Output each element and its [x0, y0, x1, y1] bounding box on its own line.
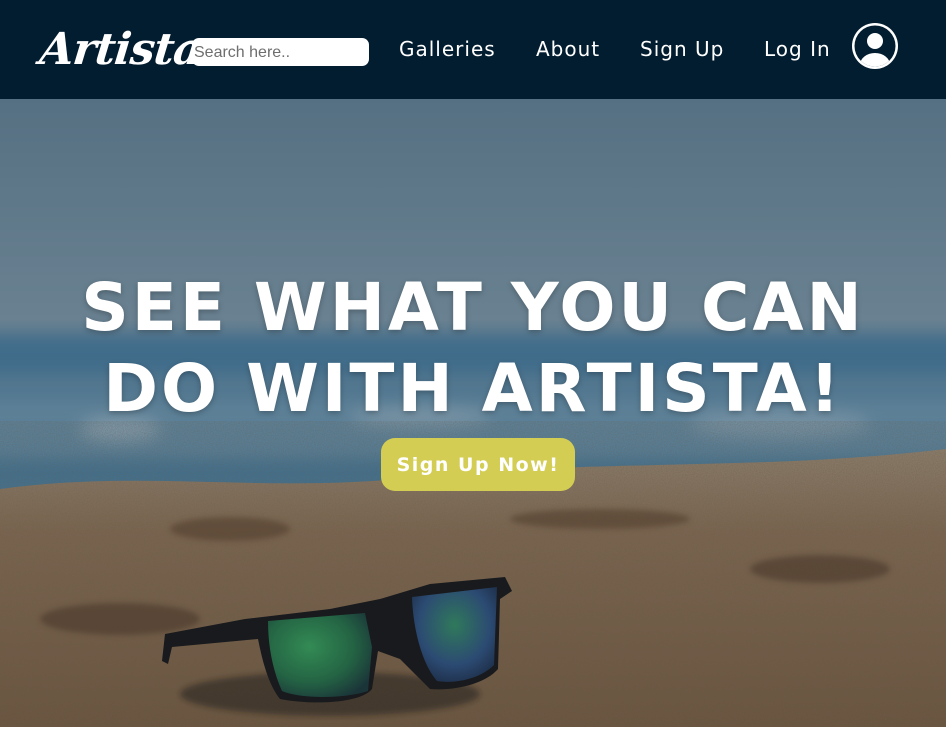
artista-logo[interactable]: Artista: [37, 22, 204, 78]
page-bottom-strip: [0, 727, 946, 748]
hero-section: SEE WHAT YOU CAN DO WITH ARTISTA! Sign Up…: [0, 99, 946, 727]
hero-headline: SEE WHAT YOU CAN DO WITH ARTISTA!: [0, 267, 946, 429]
top-navbar: Artista Galleries About Sign Up Log In: [0, 0, 946, 99]
nav-sign-up-link[interactable]: Sign Up: [640, 36, 724, 62]
search-input[interactable]: [192, 38, 369, 66]
hero-headline-line-1: SEE WHAT YOU CAN: [81, 269, 865, 346]
hero-headline-line-2: DO WITH ARTISTA!: [103, 350, 843, 427]
nav-log-in-link[interactable]: Log In: [764, 36, 831, 62]
sign-up-now-button[interactable]: Sign Up Now!: [381, 438, 575, 491]
nav-about-link[interactable]: About: [536, 36, 600, 62]
user-avatar-icon[interactable]: [850, 21, 900, 71]
nav-galleries-link[interactable]: Galleries: [399, 36, 496, 62]
